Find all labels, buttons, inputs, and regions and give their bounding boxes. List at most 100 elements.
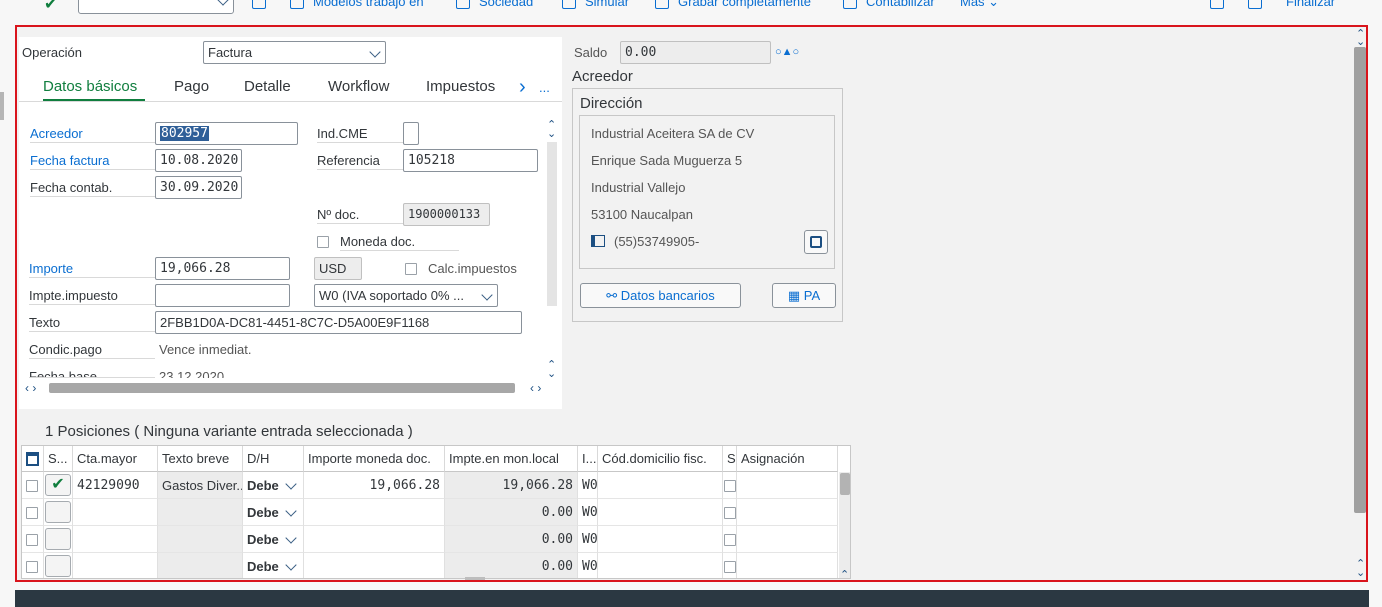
dh-value: Debe	[247, 532, 279, 547]
row-checkbox[interactable]	[724, 507, 736, 519]
s-cell[interactable]	[723, 553, 737, 578]
ind-cme-input[interactable]	[403, 122, 419, 145]
s-cell[interactable]	[723, 526, 737, 553]
command-field[interactable]	[78, 0, 234, 14]
row-checkbox[interactable]	[26, 480, 38, 492]
table-scroll-up-icon[interactable]: ⌃	[840, 570, 849, 579]
dh-cell[interactable]: Debe	[243, 472, 304, 499]
calc-impuestos-checkbox[interactable]	[405, 263, 417, 275]
row-select[interactable]	[22, 553, 44, 578]
refresh-icon[interactable]	[1248, 0, 1271, 10]
acreedor-input[interactable]: 802957	[155, 122, 298, 145]
tab-datos-basicos[interactable]: Datos básicos	[43, 77, 137, 97]
tab-detalle[interactable]: Detalle	[244, 77, 291, 97]
s-cell[interactable]	[723, 472, 737, 499]
scroll-right-icon[interactable]: ‹ ›	[530, 382, 541, 394]
col-cta-mayor[interactable]: Cta.mayor	[73, 446, 158, 472]
finalizar-button[interactable]: Finalizar	[1286, 0, 1335, 10]
tabs-next-icon[interactable]: ›	[519, 77, 526, 97]
modelos-trabajo-button[interactable]: Modelos trabajo en	[290, 0, 424, 10]
calc-impuestos-label: Calc.impuestos	[428, 261, 517, 276]
col-asignacion[interactable]: Asignación	[737, 446, 838, 472]
col-cod-domicilio[interactable]: Cód.domicilio fisc.	[598, 446, 723, 472]
datos-bancarios-label: Datos bancarios	[620, 288, 715, 303]
row-select[interactable]	[22, 526, 44, 553]
sociedad-button[interactable]: Sociedad	[456, 0, 533, 10]
dh-cell[interactable]: Debe	[243, 553, 304, 578]
datos-bancarios-button[interactable]: ⚯ Datos bancarios	[580, 283, 741, 308]
importe-doc-cell	[304, 553, 445, 578]
pa-label: PA	[803, 288, 821, 303]
status-button[interactable]: ✔	[44, 472, 73, 499]
col-importe-doc[interactable]: Importe moneda doc.	[304, 446, 445, 472]
fecha-factura-input[interactable]: 10.08.2020	[155, 149, 242, 172]
simular-button[interactable]: Simular	[562, 0, 629, 10]
condic-pago-value: Vence inmediat.	[159, 342, 252, 357]
row-checkbox[interactable]	[26, 561, 38, 573]
scroll-down-icon[interactable]: ⌄	[547, 369, 556, 380]
status-icon[interactable]: ✔	[45, 474, 71, 496]
status-icon[interactable]	[45, 501, 71, 523]
dh-cell[interactable]: Debe	[243, 526, 304, 553]
contabilizar-button[interactable]: Contabilizar	[843, 0, 935, 10]
status-button[interactable]	[44, 526, 73, 553]
mas-label: Más	[960, 0, 985, 9]
texto-label: Texto	[29, 314, 155, 332]
vendor-district: Industrial Vallejo	[591, 180, 686, 195]
tab-pago[interactable]: Pago	[174, 77, 209, 97]
col-s[interactable]: S	[723, 446, 737, 472]
main-vscroll[interactable]	[1354, 47, 1366, 513]
save-icon	[252, 0, 266, 9]
tax-code-select[interactable]: W0 (IVA soportado 0% ...	[314, 284, 498, 307]
tabs-overflow-icon[interactable]: ...	[539, 78, 550, 98]
tab-workflow[interactable]: Workflow	[328, 77, 389, 97]
dh-cell[interactable]: Debe	[243, 499, 304, 526]
mas-menu[interactable]: Más ⌄	[960, 0, 999, 10]
n-doc-field: 1900000133	[403, 203, 490, 226]
row-checkbox[interactable]	[724, 561, 736, 573]
row-checkbox[interactable]	[724, 534, 736, 546]
col-texto-breve[interactable]: Texto breve	[158, 446, 243, 472]
scroll-down-icon[interactable]: ⌄	[547, 129, 556, 140]
moneda-doc-checkbox[interactable]	[317, 236, 329, 248]
importe-doc-cell: 19,066.28	[304, 472, 445, 499]
status-button[interactable]	[44, 499, 73, 526]
s-cell[interactable]	[723, 499, 737, 526]
table-vscroll-thumb[interactable]	[840, 473, 850, 495]
importe-input[interactable]: 19,066.28	[155, 257, 290, 280]
saldo-field: 0.00	[620, 41, 771, 64]
save-icon-button[interactable]	[252, 0, 275, 10]
row-checkbox[interactable]	[26, 534, 38, 546]
col-dh[interactable]: D/H	[243, 446, 304, 472]
main-scroll-down-icon[interactable]: ⌄	[1356, 37, 1365, 48]
select-all-icon[interactable]	[22, 446, 44, 472]
status-button[interactable]	[44, 553, 73, 578]
impte-impuesto-input[interactable]	[155, 284, 290, 307]
row-select[interactable]	[22, 472, 44, 499]
scroll-left-icon[interactable]: ‹ ›	[25, 382, 36, 394]
operacion-select[interactable]: Factura	[203, 41, 386, 64]
texto-input[interactable]: 2FBB1D0A-DC81-4451-8C7C-D5A00E9F1168	[155, 311, 522, 334]
grabar-button[interactable]: Grabar completamente	[655, 0, 811, 10]
row-checkbox[interactable]	[724, 480, 736, 492]
col-impte-local[interactable]: Impte.en mon.local	[445, 446, 578, 472]
pa-button[interactable]: ▦ PA	[772, 283, 836, 308]
status-icon[interactable]	[45, 528, 71, 550]
main-scroll-down-icon[interactable]: ⌄	[1356, 568, 1365, 579]
tab-impuestos[interactable]: Impuestos	[426, 77, 495, 97]
glasses-icon: ⚯	[606, 288, 621, 303]
referencia-input[interactable]: 105218	[403, 149, 538, 172]
col-status[interactable]: S...	[44, 446, 73, 472]
col-ind[interactable]: I...	[578, 446, 598, 472]
table-splitter[interactable]	[465, 577, 485, 580]
dh-value: Debe	[247, 559, 279, 574]
star-icon[interactable]	[1210, 0, 1233, 10]
contact-card-button[interactable]	[804, 230, 828, 254]
row-select[interactable]	[22, 499, 44, 526]
fecha-contab-input[interactable]: 30.09.2020	[155, 176, 242, 199]
form-hscroll[interactable]	[49, 383, 515, 393]
row-checkbox[interactable]	[26, 507, 38, 519]
status-icon[interactable]	[45, 555, 71, 577]
checkmark-icon[interactable]: ✔	[44, 0, 57, 14]
form-vscroll[interactable]	[547, 142, 557, 306]
